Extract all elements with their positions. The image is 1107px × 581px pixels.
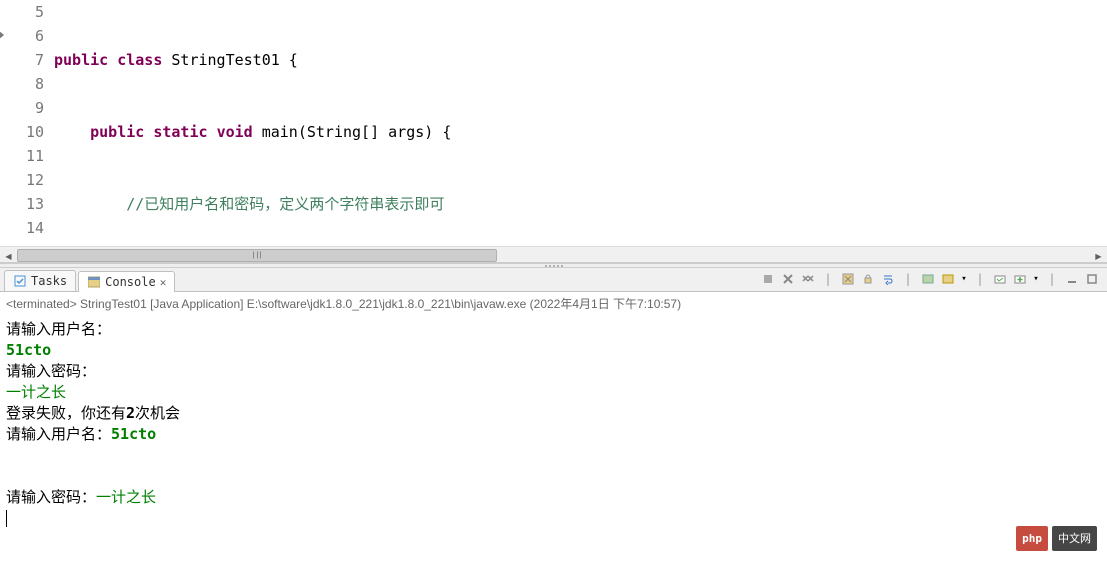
console-input-line: 一计之长: [6, 382, 1101, 403]
scroll-track[interactable]: [17, 247, 1090, 264]
watermark-badge: php: [1016, 526, 1048, 551]
console-cursor: [6, 508, 1101, 529]
pin-console-icon[interactable]: [919, 270, 937, 288]
editor-pane: 5 6 7 8 9 10 11 12 13 14 public class St…: [0, 0, 1107, 263]
line-num: 8: [0, 72, 44, 96]
word-wrap-icon[interactable]: [879, 270, 897, 288]
process-status: <terminated> StringTest01 [Java Applicat…: [0, 292, 1107, 315]
watermark-text: 中文网: [1052, 526, 1097, 551]
line-num: 14: [0, 216, 44, 240]
console-input-line: 51cto: [6, 340, 1101, 361]
remove-icon[interactable]: [779, 270, 797, 288]
console-line: 登录失败，你还有2次机会: [6, 403, 1101, 424]
console-line: 请输入密码：: [6, 361, 1101, 382]
tasks-icon: [13, 274, 27, 288]
line-num: 13: [0, 192, 44, 216]
remove-all-icon[interactable]: [799, 270, 817, 288]
bottom-pane: Tasks Console ✕ | | ▾ | ▾ |: [0, 268, 1107, 581]
separator: |: [971, 270, 989, 288]
display-console-icon[interactable]: [939, 270, 957, 288]
code-line: public class StringTest01 {: [50, 48, 1107, 72]
scroll-thumb[interactable]: [17, 249, 497, 262]
new-console-icon[interactable]: [1011, 270, 1029, 288]
console-line: 请输入密码：一计之长: [6, 487, 1101, 508]
console-icon: [87, 275, 101, 289]
console-line: 请输入用户名：: [6, 319, 1101, 340]
scroll-left-icon[interactable]: ◂: [0, 247, 17, 264]
open-console-icon[interactable]: [991, 270, 1009, 288]
watermark: php 中文网: [1016, 526, 1097, 551]
maximize-icon[interactable]: [1083, 270, 1101, 288]
tab-label: Console: [105, 275, 156, 289]
line-num: 9: [0, 96, 44, 120]
separator: |: [819, 270, 837, 288]
code-content[interactable]: public class StringTest01 { public stati…: [50, 0, 1107, 246]
horizontal-scrollbar[interactable]: ◂ ▸: [0, 246, 1107, 263]
tab-tasks[interactable]: Tasks: [4, 270, 76, 291]
clear-console-icon[interactable]: [839, 270, 857, 288]
scroll-right-icon[interactable]: ▸: [1090, 247, 1107, 264]
console-toolbar: | | ▾ | ▾ |: [759, 270, 1101, 288]
code-area: 5 6 7 8 9 10 11 12 13 14 public class St…: [0, 0, 1107, 246]
line-num: 5: [0, 0, 44, 24]
line-num: 12: [0, 168, 44, 192]
line-num: 10: [0, 120, 44, 144]
line-num: 6: [0, 24, 44, 48]
close-icon[interactable]: ✕: [160, 276, 167, 289]
console-line: [6, 445, 1101, 466]
line-gutter: 5 6 7 8 9 10 11 12 13 14: [0, 0, 50, 246]
console-line: 请输入用户名：51cto: [6, 424, 1101, 445]
dropdown-icon[interactable]: ▾: [959, 270, 969, 288]
separator: |: [1043, 270, 1061, 288]
minimize-icon[interactable]: [1063, 270, 1081, 288]
console-output[interactable]: 请输入用户名： 51cto 请输入密码： 一计之长 登录失败，你还有2次机会 请…: [0, 315, 1107, 581]
console-line: [6, 466, 1101, 487]
stop-icon[interactable]: [759, 270, 777, 288]
scroll-lock-icon[interactable]: [859, 270, 877, 288]
code-line: //已知用户名和密码，定义两个字符串表示即可: [50, 192, 1107, 216]
line-num: 7: [0, 48, 44, 72]
code-line: public static void main(String[] args) {: [50, 120, 1107, 144]
dropdown-icon[interactable]: ▾: [1031, 270, 1041, 288]
separator: |: [899, 270, 917, 288]
tab-label: Tasks: [31, 274, 67, 288]
line-num: 11: [0, 144, 44, 168]
tab-console[interactable]: Console ✕: [78, 271, 175, 292]
tab-bar: Tasks Console ✕ | | ▾ | ▾ |: [0, 268, 1107, 292]
